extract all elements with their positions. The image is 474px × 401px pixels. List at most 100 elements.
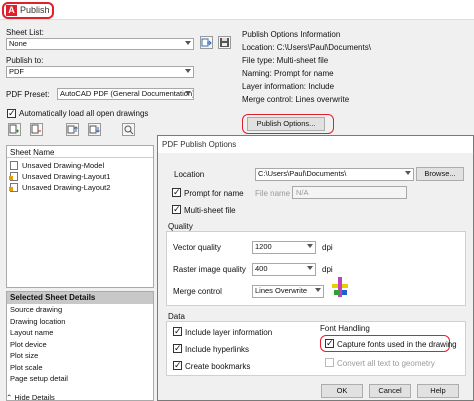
add-sheets-button[interactable] [8,123,21,136]
vector-quality-select[interactable]: 1200 [252,241,316,254]
multi-sheet-label: Multi-sheet file [184,206,236,215]
file-name-label: File name [255,189,291,198]
create-bookmarks-checkbox[interactable] [173,359,182,371]
chevron-down-icon [185,69,191,73]
title-bar: A Publish [0,0,474,20]
font-handling-header: Font Handling [320,324,370,333]
add-sheets-icon [9,124,19,134]
sheet-list-value: None [9,39,27,48]
info-naming: Naming: Prompt for name [242,69,334,78]
drawing-sheet-icon [10,161,18,170]
publish-to-value: PDF [9,67,24,76]
hide-details-link[interactable]: ⌃ Hide Details [6,393,55,401]
info-location: Location: C:\Users\Paul\Documents\ [242,43,371,52]
merge-lines-preview-icon [332,277,348,297]
include-hyperlinks-label: Include hyperlinks [185,345,250,354]
selected-sheet-details: Selected Sheet Details Source drawing Dr… [6,291,154,401]
publish-options-button[interactable]: Publish Options... [247,117,325,131]
cancel-button[interactable]: Cancel [369,384,411,398]
include-layer-checkbox[interactable] [173,325,182,337]
save-sheet-list-button[interactable] [218,36,231,49]
chevron-down-icon [185,91,191,95]
dialog-title: PDF Publish Options [162,140,237,149]
publish-to-label: Publish to: [6,56,44,65]
list-item[interactable]: Unsaved Drawing-Model [10,160,150,171]
publish-to-select[interactable]: PDF [6,66,194,78]
multi-sheet-checkbox[interactable] [172,203,181,215]
location-select[interactable]: C:\Users\Paul\Documents\ [255,168,414,181]
capture-fonts-checkbox[interactable] [325,337,334,349]
vector-quality-value: 1200 [255,242,272,251]
remove-sheets-icon [31,124,41,134]
pdf-preset-label: PDF Preset: [6,90,50,99]
publish-options-info-header: Publish Options Information [242,30,341,39]
pdf-preset-select[interactable]: AutoCAD PDF (General Documentation) [57,88,194,100]
convert-text-checkbox[interactable] [325,358,334,367]
layout-sheet-warning-icon [9,183,18,192]
hide-details-label: Hide Details [14,393,55,401]
publish-window: A Publish Sheet List: None Publish to: P… [0,0,474,401]
raster-quality-label: Raster image quality [173,265,246,274]
quality-section: Vector quality 1200 dpi Raster image qua… [166,231,466,306]
browse-button[interactable]: Browse... [416,167,464,181]
list-item[interactable]: Unsaved Drawing-Layout1 [9,171,150,182]
data-section: Include layer information Include hyperl… [166,321,466,376]
capture-fonts-label: Capture fonts used in the drawing [337,340,457,349]
details-header: Selected Sheet Details [7,292,153,304]
dialog-title-bar: PDF Publish Options [158,136,473,153]
include-layer-label: Include layer information [185,328,273,337]
auto-load-label: Automatically load all open drawings [19,109,149,118]
pdf-publish-options-dialog: PDF Publish Options Location C:\Users\Pa… [157,135,474,401]
floppy-disk-icon [220,38,229,47]
move-down-button[interactable] [88,123,101,136]
preview-button[interactable] [122,123,135,136]
ok-button[interactable]: OK [321,384,363,398]
data-header: Data [168,312,185,321]
pdf-preset-value: AutoCAD PDF (General Documentation) [60,89,194,98]
magnifier-icon [124,125,134,135]
merge-control-value: Lines Overwrite [255,286,308,295]
details-row: Plot scale [10,362,43,372]
include-hyperlinks-checkbox[interactable] [173,342,182,354]
merge-control-select[interactable]: Lines Overwrite [252,285,324,298]
window-title: Publish [20,5,50,15]
chevron-down-icon [405,171,411,175]
load-list-icon [201,38,212,47]
chevron-down-icon [315,288,321,292]
layout-sheet-warning-icon [9,172,18,181]
location-value: C:\Users\Paul\Documents\ [258,169,347,178]
raster-dpi-unit: dpi [322,265,333,274]
merge-control-label: Merge control [173,287,222,296]
sheet-list-select[interactable]: None [6,38,194,50]
move-down-icon [89,125,100,134]
prompt-for-name-checkbox[interactable] [172,186,181,198]
chevron-down-icon [307,244,313,248]
file-name-input[interactable]: N/A [292,186,407,199]
prompt-for-name-label: Prompt for name [184,189,244,198]
create-bookmarks-label: Create bookmarks [185,362,251,371]
info-file-type: File type: Multi-sheet file [242,56,329,65]
remove-sheets-button[interactable] [30,123,43,136]
quality-header: Quality [168,222,193,231]
raster-quality-select[interactable]: 400 [252,263,316,276]
auto-load-checkbox[interactable] [7,107,16,119]
move-up-icon [67,125,78,134]
convert-text-label: Convert all text to geometry [337,359,435,368]
sheet-name: Unsaved Drawing-Layout2 [22,183,111,192]
details-row: Layout name [10,328,54,337]
info-merge-control: Merge control: Lines overwrite [242,95,350,104]
load-sheet-list-button[interactable] [200,36,213,49]
info-layer-information: Layer information: Include [242,82,335,91]
details-row: Source drawing [10,305,63,314]
vector-quality-label: Vector quality [173,243,222,252]
move-up-button[interactable] [66,123,79,136]
details-row: Page setup detail [10,374,68,383]
chevron-down-icon [307,266,313,270]
list-item[interactable]: Unsaved Drawing-Layout2 [9,182,150,193]
sheet-name: Unsaved Drawing-Layout1 [22,172,111,181]
autocad-logo-icon: A [6,5,17,16]
chevron-down-icon [185,41,191,45]
sheet-list-label: Sheet List: [6,28,44,37]
help-button[interactable]: Help [417,384,459,398]
sheet-name-header: Sheet Name [10,148,55,157]
